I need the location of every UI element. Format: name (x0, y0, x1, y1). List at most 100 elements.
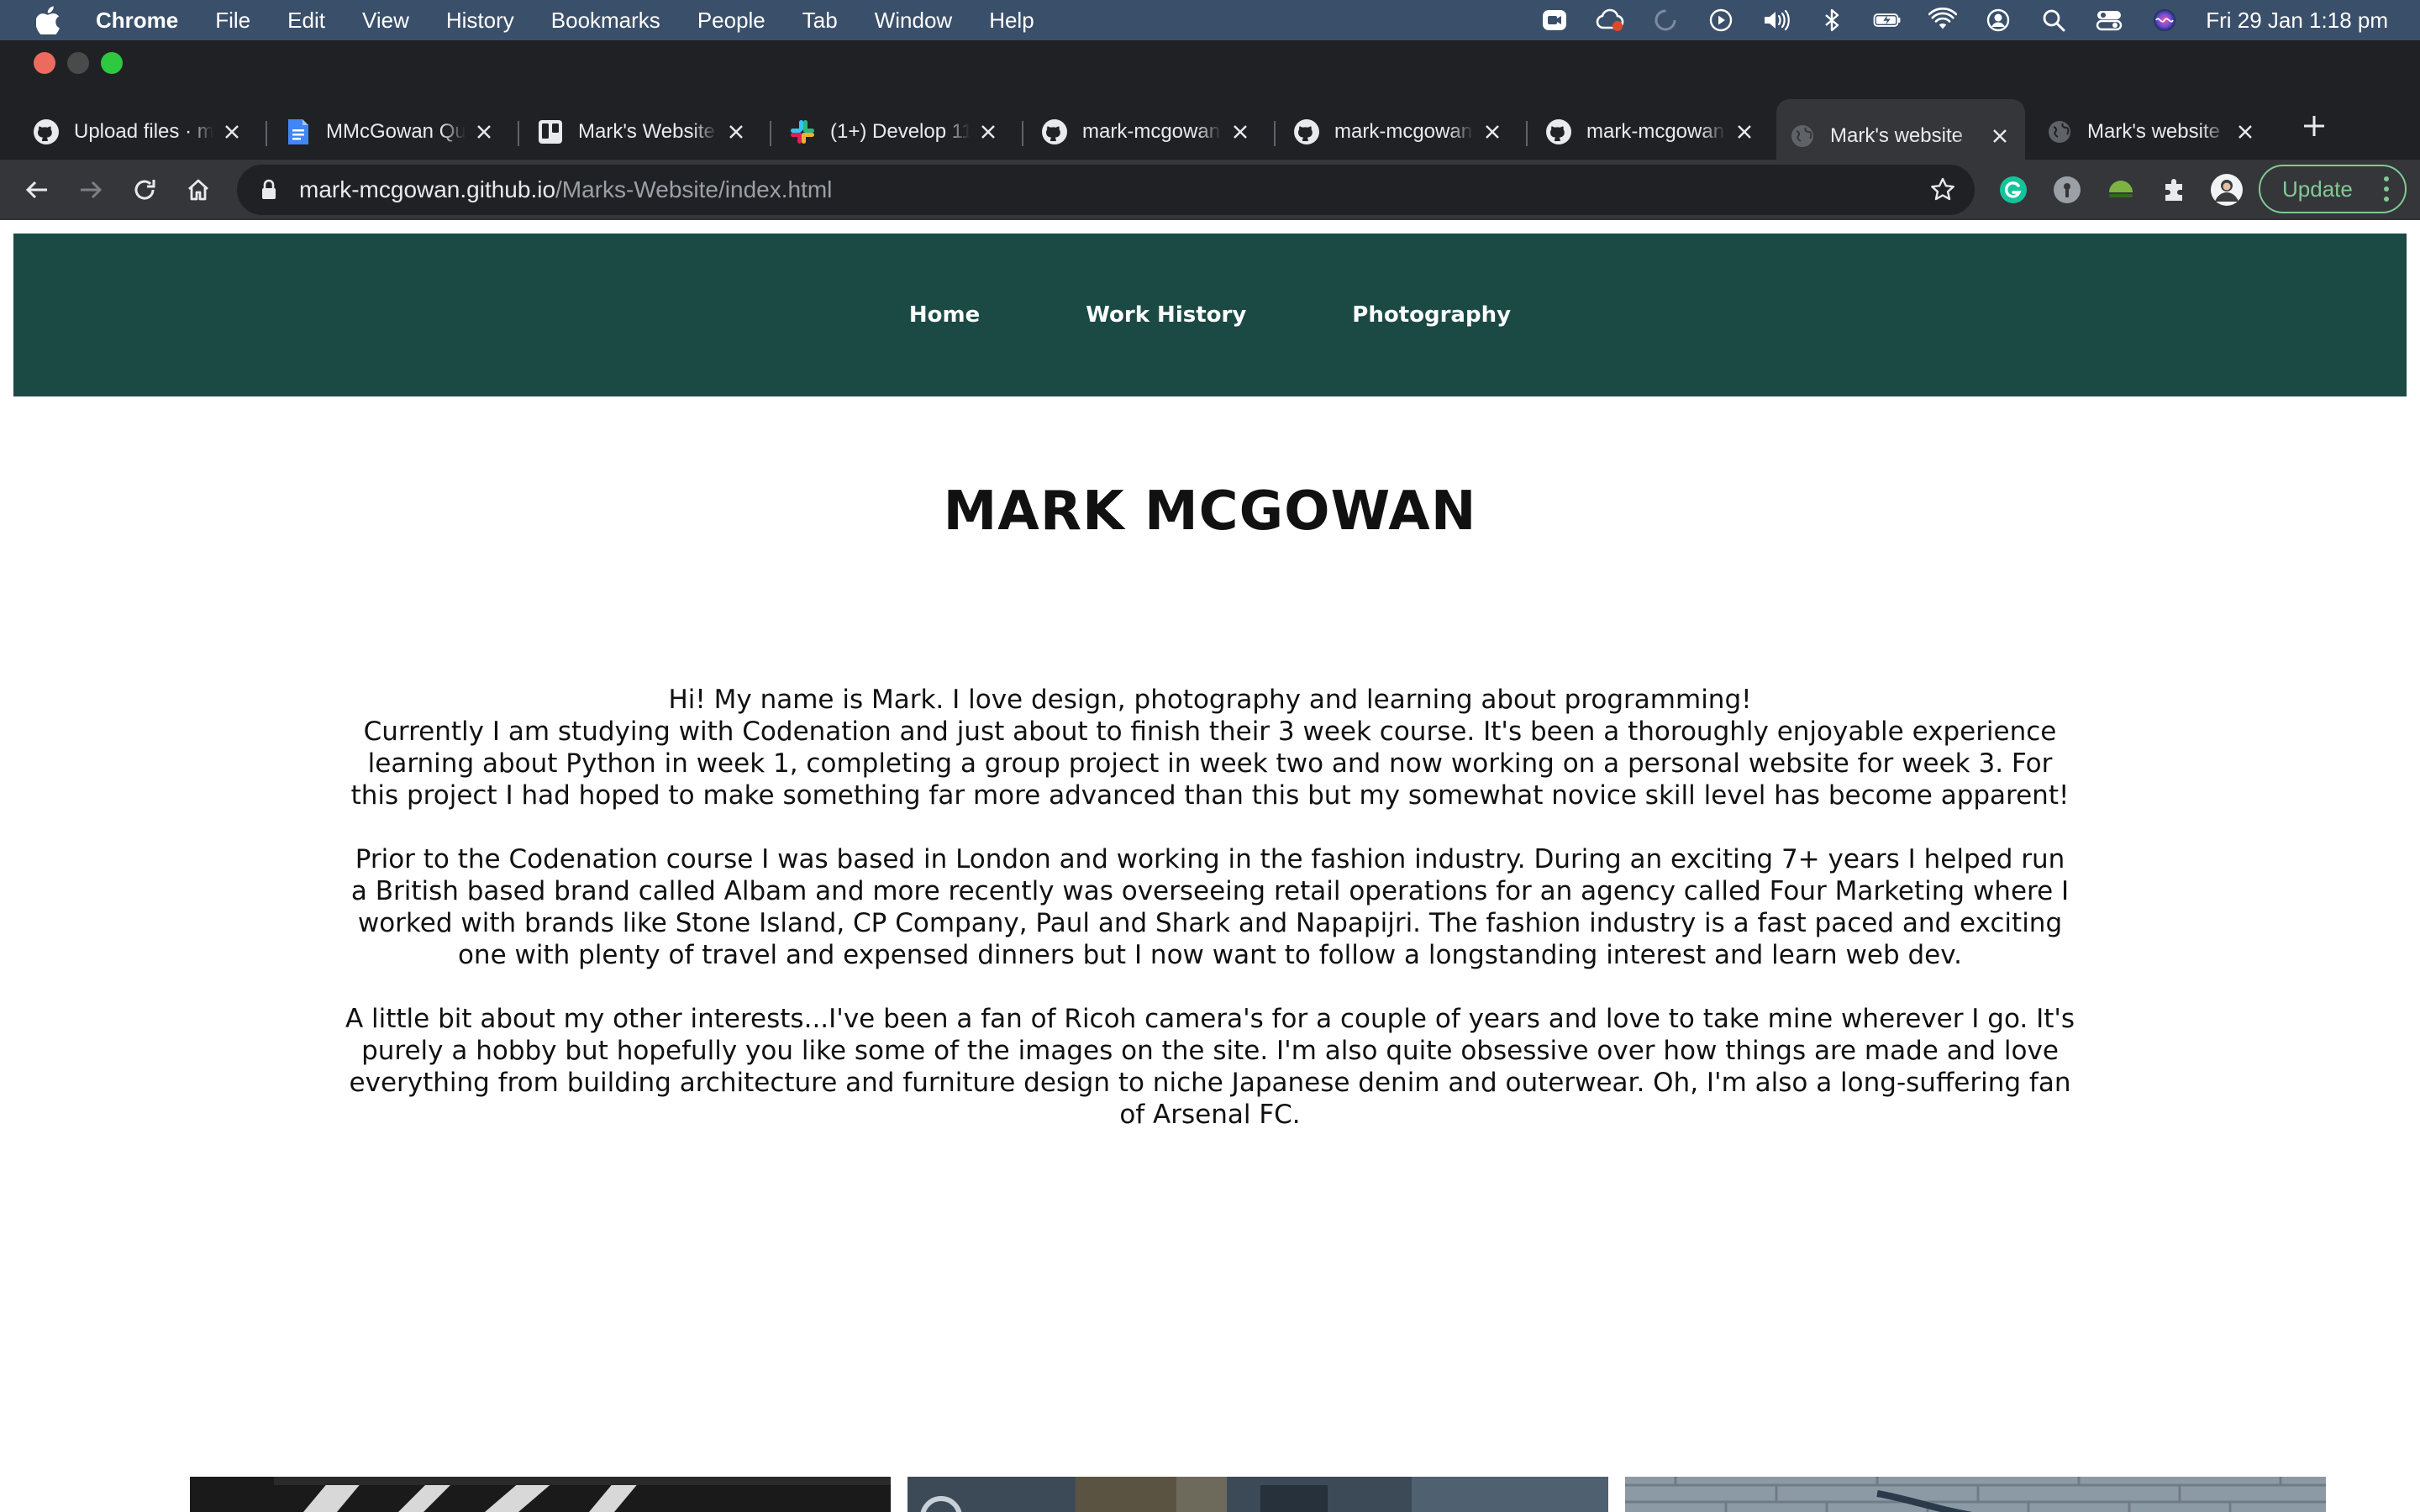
menu-bar-clock[interactable]: Fri 29 Jan 1:18 pm (2206, 8, 2388, 34)
control-center-icon[interactable] (2095, 6, 2123, 34)
menu-file[interactable]: File (215, 8, 250, 34)
spotlight-search-icon[interactable] (2039, 6, 2068, 34)
gallery-photo[interactable] (190, 1477, 891, 1512)
volume-icon[interactable] (1762, 6, 1791, 34)
user-account-icon[interactable] (1984, 6, 2012, 34)
bio-paragraph: Prior to the Codenation course I was bas… (350, 844, 2070, 970)
close-icon[interactable] (723, 118, 750, 145)
menu-chrome[interactable]: Chrome (96, 8, 178, 34)
github-icon (1040, 118, 1069, 146)
close-icon[interactable] (471, 118, 497, 145)
close-icon[interactable] (1731, 118, 1758, 145)
nav-link-photography[interactable]: Photography (1352, 302, 1511, 328)
tab-separator (1022, 121, 1023, 146)
bluetooth-icon[interactable] (1818, 6, 1846, 34)
menu-help[interactable]: Help (989, 8, 1034, 34)
bio-text: Hi! My name is Mark. I love design, phot… (345, 684, 2075, 1163)
nav-link-home[interactable]: Home (909, 302, 980, 328)
back-arrow-icon (25, 181, 47, 199)
gallery-photo[interactable] (1625, 1477, 2326, 1512)
window-fullscreen-button[interactable] (101, 52, 123, 74)
tab-separator (518, 121, 519, 146)
close-icon[interactable] (1227, 118, 1254, 145)
lock-icon[interactable] (257, 178, 281, 202)
bio-codenation: Currently I am studying with Codenation … (350, 717, 2070, 811)
battery-icon[interactable] (1873, 6, 1902, 34)
tab-title: MMcGowan Qu (326, 120, 466, 143)
tab-separator (770, 121, 771, 146)
password-manager-icon[interactable] (2050, 173, 2084, 207)
window-titlebar (0, 40, 2420, 87)
globe-icon (1788, 122, 1817, 150)
window-close-button[interactable] (34, 52, 55, 74)
browser-toolbar: mark-mcgowan.github.io/Marks-Website/ind… (0, 160, 2420, 220)
wifi-icon[interactable] (1928, 6, 1958, 34)
close-icon[interactable] (2232, 118, 2259, 145)
back-button[interactable] (18, 171, 55, 208)
gallery-photo[interactable] (908, 1477, 1608, 1512)
play-icon[interactable] (1707, 6, 1735, 34)
globe-icon (2045, 118, 2074, 146)
plus-icon (2304, 116, 2324, 136)
forward-button[interactable] (72, 171, 109, 208)
tab-separator (1274, 121, 1276, 146)
loading-spinner-icon[interactable] (1651, 6, 1680, 34)
site-navigation: Home Work History Photography (13, 234, 2407, 396)
tab-trello-marks-website[interactable]: Mark's Website (524, 104, 761, 160)
url-path: /Marks-Website/index.html (555, 176, 833, 202)
macos-menu-bar: Chrome File Edit View History Bookmarks … (0, 0, 2420, 40)
more-menu-icon[interactable] (2381, 176, 2391, 202)
github-icon (1544, 118, 1573, 146)
forward-arrow-icon (81, 181, 103, 199)
siri-icon[interactable] (2150, 6, 2179, 34)
close-icon[interactable] (1479, 118, 1506, 145)
grammarly-icon[interactable] (1996, 173, 2030, 207)
creative-cloud-icon[interactable] (1596, 6, 1624, 34)
zoom-icon[interactable] (1540, 6, 1569, 34)
trello-icon (536, 118, 565, 146)
tab-title: mark-mcgowan (1334, 120, 1473, 143)
green-extension-icon[interactable] (2104, 173, 2138, 207)
extensions-puzzle-icon[interactable] (2158, 173, 2191, 207)
tab-slack[interactable]: (1+) Develop 11 (776, 104, 1013, 160)
github-icon (1292, 118, 1321, 146)
tab-google-doc[interactable]: MMcGowan Qu (272, 104, 509, 160)
menu-view[interactable]: View (362, 8, 409, 34)
menu-edit[interactable]: Edit (287, 8, 325, 34)
close-icon[interactable] (218, 118, 245, 145)
github-icon (32, 118, 60, 146)
tab-github-repo-1[interactable]: mark-mcgowan (1028, 104, 1265, 160)
tab-title: Mark's website (1830, 124, 1963, 147)
home-button[interactable] (180, 171, 217, 208)
google-docs-icon (284, 118, 313, 146)
tab-title: Mark's Website (578, 120, 715, 143)
new-tab-button[interactable] (2297, 109, 2331, 143)
close-icon[interactable] (975, 118, 1002, 145)
tab-upload-files[interactable]: Upload files · m (20, 104, 257, 160)
home-icon (188, 179, 208, 201)
update-chrome-button[interactable]: Update (2259, 165, 2407, 213)
tab-title: (1+) Develop 11 (830, 120, 970, 143)
bio-intro: Hi! My name is Mark. I love design, phot… (668, 685, 1752, 715)
menu-bookmarks[interactable]: Bookmarks (551, 8, 660, 34)
close-icon[interactable] (1986, 123, 2013, 150)
address-bar[interactable]: mark-mcgowan.github.io/Marks-Website/ind… (237, 165, 1975, 215)
window-minimize-button[interactable] (67, 52, 89, 74)
profile-avatar[interactable] (2210, 173, 2244, 207)
reload-button[interactable] (126, 171, 163, 208)
tab-title: mark-mcgowan (1082, 120, 1221, 143)
tab-title: mark-mcgowan (1586, 120, 1725, 143)
tab-marks-website-2[interactable]: Mark's website (2033, 104, 2270, 160)
menu-people[interactable]: People (697, 8, 765, 34)
tab-github-repo-2[interactable]: mark-mcgowan (1281, 104, 1518, 160)
tab-separator (1526, 121, 1528, 146)
menu-tab[interactable]: Tab (802, 8, 838, 34)
menu-history[interactable]: History (446, 8, 514, 34)
tab-title: Upload files · m (74, 120, 213, 143)
menu-window[interactable]: Window (875, 8, 952, 34)
nav-link-work-history[interactable]: Work History (1086, 302, 1246, 328)
bookmark-star-icon[interactable] (1926, 173, 1960, 207)
slack-icon (788, 118, 817, 146)
apple-menu-icon[interactable] (34, 5, 64, 35)
tab-github-repo-3[interactable]: mark-mcgowan (1533, 104, 1770, 160)
